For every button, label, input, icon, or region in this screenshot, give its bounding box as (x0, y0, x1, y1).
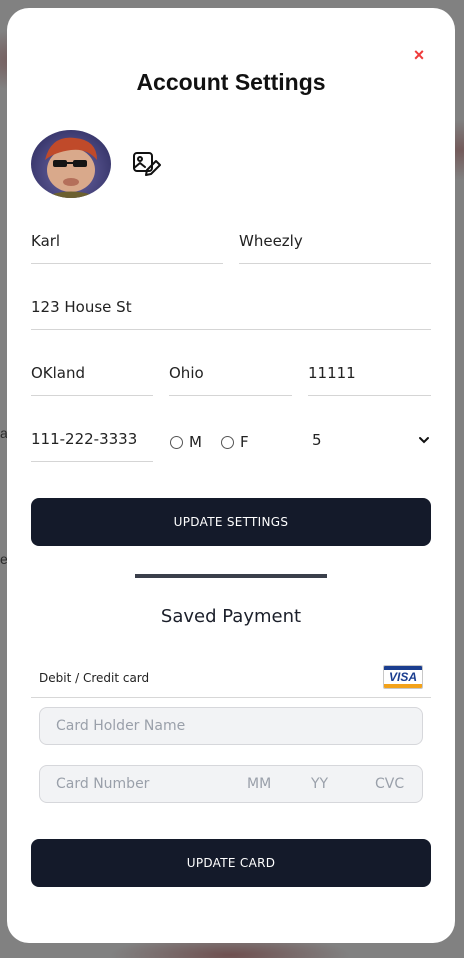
radio-label: F (240, 433, 249, 451)
update-settings-button[interactable]: UPDATE SETTINGS (31, 498, 431, 546)
close-icon[interactable]: × (414, 45, 425, 65)
state-field[interactable]: Ohio (169, 360, 292, 396)
account-settings-modal: × Account Settings Karl Wheezly 123 Hous… (0, 0, 464, 958)
modal-title: Account Settings (136, 69, 326, 95)
phone-field[interactable]: 111-222-3333 (31, 426, 153, 462)
edit-image-icon[interactable] (131, 149, 161, 179)
card-holder-placeholder: Card Holder Name (56, 718, 186, 734)
card-expiry-month-input[interactable]: MM (247, 776, 271, 792)
card-number-input[interactable]: Card Number MM YY CVC (39, 765, 423, 803)
update-card-button[interactable]: UPDATE CARD (31, 839, 431, 887)
section-divider (135, 574, 327, 578)
card-holder-input[interactable]: Card Holder Name (39, 707, 423, 745)
number-select[interactable]: 5 (306, 428, 430, 452)
chevron-down-icon (419, 437, 429, 444)
gender-radio-male[interactable]: M (170, 433, 202, 451)
saved-payment-title: Saved Payment (160, 606, 302, 627)
card-cvc-input[interactable]: CVC (375, 776, 404, 792)
visa-logo-icon: VISA (383, 665, 423, 689)
card-expiry-year-input[interactable]: YY (311, 776, 328, 792)
payment-method-row[interactable]: Debit / Credit card VISA (31, 662, 431, 698)
zip-field[interactable]: 11111 (308, 360, 431, 396)
radio-circle[interactable] (170, 435, 183, 449)
edit-photo-button[interactable] (131, 149, 161, 179)
last-name-field[interactable]: Wheezly (239, 228, 431, 264)
first-name-field[interactable]: Karl (31, 228, 223, 264)
payment-method-label: Debit / Credit card (39, 671, 150, 685)
radio-circle[interactable] (221, 435, 234, 449)
card-number-placeholder[interactable]: Card Number (56, 776, 149, 792)
card-brand-text: VISA (388, 670, 417, 684)
radio-label: M (189, 433, 202, 451)
select-value: 5 (312, 431, 322, 449)
close-button[interactable]: × (411, 45, 427, 65)
city-field[interactable]: OKland (31, 360, 153, 396)
gender-radio-female[interactable]: F (221, 433, 249, 451)
address-field[interactable]: 123 House St (31, 294, 431, 330)
avatar (31, 130, 111, 198)
